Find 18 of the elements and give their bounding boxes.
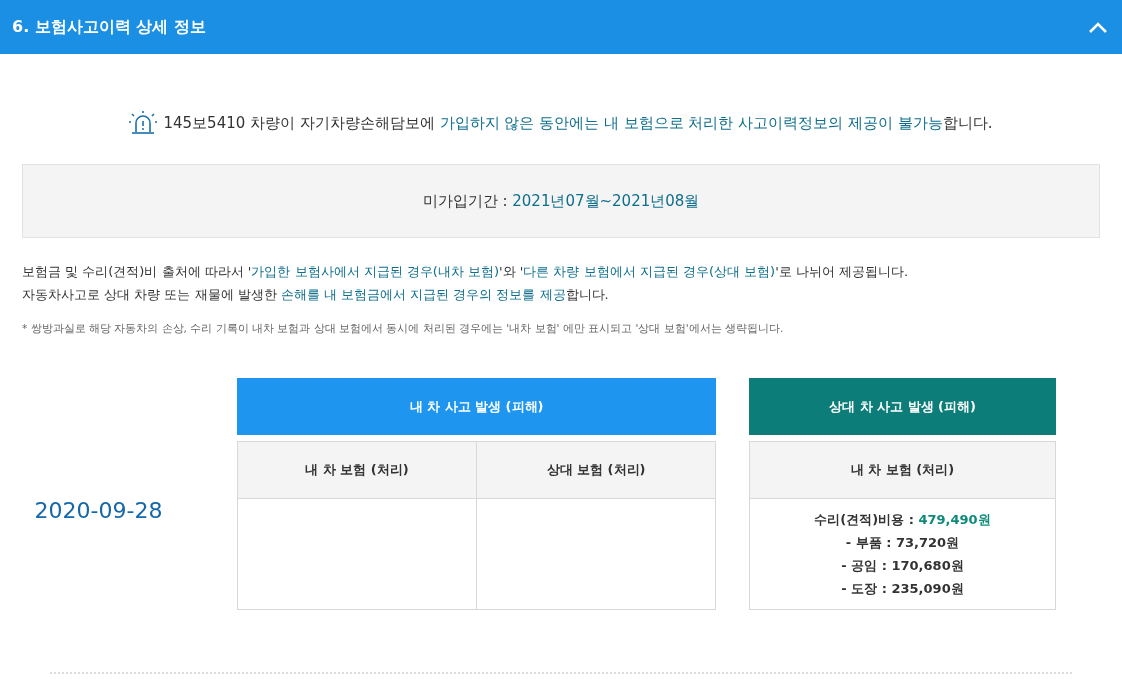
siren-icon bbox=[129, 110, 158, 136]
group-header: 상대 차 사고 발생 (피해) bbox=[749, 378, 1056, 435]
column-header: 내 차 보험 (처리) bbox=[238, 442, 476, 499]
column-header: 상대 보험 (처리) bbox=[477, 442, 715, 499]
cost-line: - 부품 : 73,720원 bbox=[845, 534, 960, 552]
cost-line: 수리(견적)비용 : 479,490원 bbox=[814, 511, 991, 529]
accident-date: 2020-09-28 bbox=[33, 498, 164, 523]
description-text: 자동차사고로 상대 차량 또는 재물에 발생한 손해를 내 보험금에서 지급된 경우의 정보를 제공합니다. bbox=[22, 286, 610, 304]
cost-line: - 공임 : 170,680원 bbox=[841, 557, 964, 575]
column-header: 내 차 보험 (처리) bbox=[750, 442, 1055, 499]
section-title: 6. 보험사고이력 상세 정보 bbox=[12, 16, 206, 38]
chevron-up-icon[interactable] bbox=[1088, 20, 1108, 34]
notice-text: 145보5410 차량이 자기차량손해담보에 가입하지 않은 동안에는 내 보험으로 처리한 사고이력정보의 제공이 불가능합니다. bbox=[163, 113, 993, 133]
group-header: 내 차 사고 발생 (피해) bbox=[237, 378, 716, 435]
period-text: 미가입기간 : 2021년07월~2021년08월 bbox=[422, 191, 700, 211]
description-text: 보험금 및 수리(견적)비 출처에 따라서 '가입한 보험사에서 지급된 경우(내차 보험)'와 '다른 차량 보험에서 지급된 경우(상대 보험)'로 나뉘어 제공됩니다. bbox=[22, 263, 910, 281]
cost-line: - 도장 : 235,090원 bbox=[841, 580, 964, 598]
footnote: * 쌍방과실로 해당 자동차의 손상, 수리 기록이 내차 보험과 상대 보험에서 동시에 처리된 경우에는 '내차 보험' 에만 표시되고 '상대 보험'에서는 생략됩니다. bbox=[22, 322, 785, 336]
